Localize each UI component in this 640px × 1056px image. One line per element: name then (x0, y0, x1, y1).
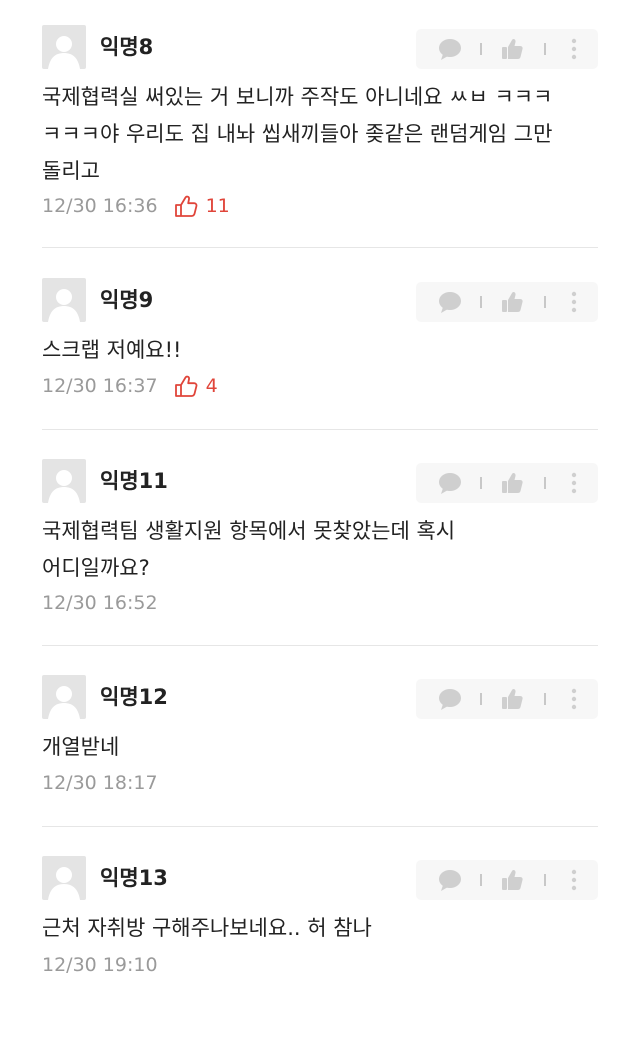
comment-line: ㅋㅋㅋ야 우리도 집 내놔 씹새끼들아 좆같은 랜덤게임 그만 (42, 122, 553, 146)
comment-header: 익명12 (42, 675, 598, 719)
comment-actions (416, 463, 598, 503)
comment-body: 국제협력팀 생활지원 항목에서 못찾았는데 혹시 어디일까요? (42, 513, 598, 587)
thumbs-up-icon[interactable] (492, 29, 532, 69)
thumbs-up-icon[interactable] (492, 860, 532, 900)
thumbs-up-outline-icon (174, 195, 197, 217)
vertical-ellipsis-icon[interactable] (554, 463, 594, 503)
comment-item: 익명11 국제협력팀 생활지원 항목에서 못찾았는데 혹시 어디일까요? 12/… (42, 459, 598, 659)
comment-item: 익명12 개열받네 12/30 18:17 (42, 675, 598, 875)
comment-author: 익명8 (100, 35, 154, 59)
action-divider (544, 874, 546, 886)
like-count[interactable]: 4 (174, 374, 218, 398)
comment-line: 국제협력팀 생활지원 항목에서 못찾았는데 혹시 (42, 519, 456, 543)
comment-header: 익명11 (42, 459, 598, 503)
comment-divider (42, 429, 598, 430)
default-user-icon (42, 675, 86, 719)
comment-meta: 12/30 16:52 (42, 588, 158, 618)
comment-line: 근처 자취방 구해주나보네요.. 허 참나 (42, 916, 372, 940)
comment-time: 12/30 16:37 (42, 375, 158, 397)
speech-bubble-icon[interactable] (430, 463, 470, 503)
vertical-ellipsis-icon[interactable] (554, 29, 594, 69)
action-divider (480, 477, 482, 489)
comment-meta: 12/30 18:17 (42, 768, 158, 798)
comment-actions (416, 282, 598, 322)
comment-time: 12/30 16:52 (42, 592, 158, 614)
like-count-value: 4 (205, 375, 218, 397)
comment-time: 12/30 19:10 (42, 954, 158, 976)
vertical-ellipsis-icon[interactable] (554, 860, 594, 900)
comment-time: 12/30 16:36 (42, 195, 158, 217)
comment-divider (42, 826, 598, 827)
thumbs-up-icon[interactable] (492, 282, 532, 322)
comment-body: 근처 자취방 구해주나보네요.. 허 참나 (42, 910, 598, 947)
speech-bubble-icon[interactable] (430, 282, 470, 322)
comment-item: 익명13 근처 자취방 구해주나보네요.. 허 참나 12/30 19:10 (42, 856, 598, 1056)
comment-body: 스크랩 저예요!! (42, 332, 598, 369)
comment-header: 익명13 (42, 856, 598, 900)
comment-divider (42, 247, 598, 248)
comment-line: 국제협력실 써있는 거 보니까 주작도 아니네요 ㅆㅂ ㅋㅋㅋ (42, 85, 553, 109)
comment-list: 익명8 국제협력실 써있는 거 보니까 주작도 아니네요 ㅆㅂ ㅋㅋㅋ ㅋㅋㅋ야… (0, 0, 640, 999)
thumbs-up-outline-icon (174, 375, 197, 397)
comment-item: 익명9 스크랩 저예요!! 12/30 16:37 4 (42, 278, 598, 478)
comment-header: 익명9 (42, 278, 598, 322)
comment-body: 국제협력실 써있는 거 보니까 주작도 아니네요 ㅆㅂ ㅋㅋㅋ ㅋㅋㅋ야 우리도… (42, 79, 598, 190)
comment-actions (416, 860, 598, 900)
comment-divider (42, 645, 598, 646)
default-user-icon (42, 856, 86, 900)
thumbs-up-icon[interactable] (492, 679, 532, 719)
comment-line: 개열받네 (42, 735, 120, 759)
action-divider (480, 874, 482, 886)
speech-bubble-icon[interactable] (430, 860, 470, 900)
comment-meta: 12/30 16:36 11 (42, 191, 230, 221)
thumbs-up-icon[interactable] (492, 463, 532, 503)
action-divider (544, 43, 546, 55)
default-user-icon (42, 278, 86, 322)
default-user-icon (42, 25, 86, 69)
comment-line: 어디일까요? (42, 556, 150, 580)
like-count[interactable]: 11 (174, 194, 230, 218)
vertical-ellipsis-icon[interactable] (554, 282, 594, 322)
vertical-ellipsis-icon[interactable] (554, 679, 594, 719)
action-divider (480, 693, 482, 705)
speech-bubble-icon[interactable] (430, 29, 470, 69)
comment-author: 익명11 (100, 469, 168, 493)
comment-meta: 12/30 19:10 (42, 950, 158, 980)
comment-actions (416, 29, 598, 69)
action-divider (544, 693, 546, 705)
speech-bubble-icon[interactable] (430, 679, 470, 719)
action-divider (480, 296, 482, 308)
comment-item: 익명8 국제협력실 써있는 거 보니까 주작도 아니네요 ㅆㅂ ㅋㅋㅋ ㅋㅋㅋ야… (42, 25, 598, 225)
action-divider (480, 43, 482, 55)
comment-actions (416, 679, 598, 719)
action-divider (544, 477, 546, 489)
comment-body: 개열받네 (42, 729, 598, 766)
default-user-icon (42, 459, 86, 503)
comment-line: 스크랩 저예요!! (42, 338, 182, 362)
comment-author: 익명9 (100, 288, 154, 312)
comment-author: 익명13 (100, 866, 168, 890)
comment-line: 돌리고 (42, 159, 100, 183)
like-count-value: 11 (205, 195, 230, 217)
comment-time: 12/30 18:17 (42, 772, 158, 794)
action-divider (544, 296, 546, 308)
comment-author: 익명12 (100, 685, 168, 709)
comment-meta: 12/30 16:37 4 (42, 371, 218, 401)
comment-header: 익명8 (42, 25, 598, 69)
